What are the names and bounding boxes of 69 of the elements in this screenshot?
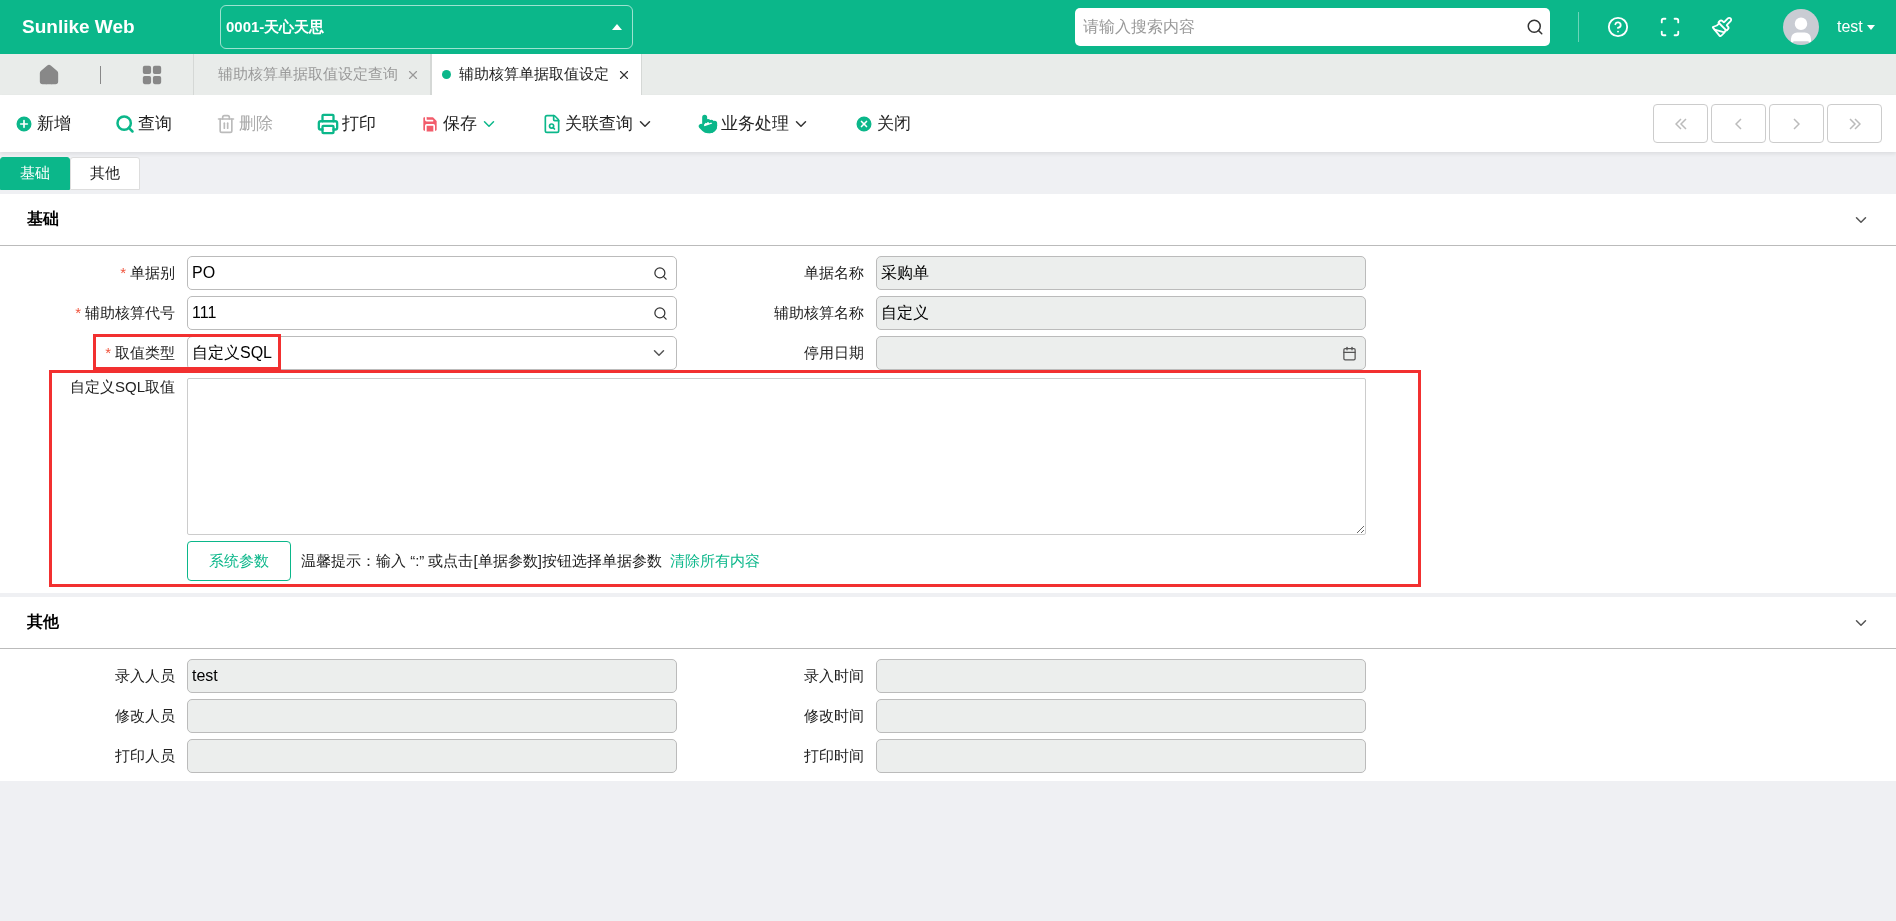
required-mark: * (120, 263, 126, 281)
field-label: 单据名称 (804, 263, 864, 281)
field-label: 辅助核算代号 (85, 303, 175, 321)
avatar[interactable] (1783, 9, 1819, 45)
field-label: 单据别 (130, 263, 175, 281)
close-icon (854, 113, 874, 134)
input-field[interactable] (876, 659, 1366, 693)
chevron-left-icon (1735, 117, 1742, 130)
field-label: 录入时间 (804, 666, 864, 684)
form-tab[interactable]: 其他 (70, 157, 140, 190)
field-label: 修改时间 (804, 706, 864, 724)
toolbar-button[interactable]: 关联查询 (542, 112, 654, 135)
toolbar-button[interactable]: 关闭 (854, 112, 911, 135)
field-label: 自定义SQL取值 (70, 378, 175, 395)
search-box[interactable]: 请输入搜索内容 (1075, 8, 1550, 46)
field-label: 辅助核算名称 (774, 303, 864, 321)
page-tab[interactable]: 辅助核算单据取值设定 (431, 54, 642, 95)
help-icon[interactable] (1607, 16, 1629, 38)
section-title: 其他 (27, 612, 59, 632)
trash-icon (216, 113, 236, 134)
field-label: 取值类型 (115, 343, 175, 361)
chevron-right-icon (1793, 117, 1800, 130)
previous-button[interactable] (1711, 104, 1766, 143)
input-field[interactable] (187, 739, 677, 773)
field-label: 停用日期 (804, 343, 864, 361)
field-label: 录入人员 (115, 666, 175, 684)
search-icon (115, 113, 135, 134)
input-field[interactable]: 自定义 (876, 296, 1366, 330)
hand-pointer-icon (698, 113, 718, 134)
input-field[interactable]: test (187, 659, 677, 693)
toolbar-button[interactable]: 新增 (14, 112, 71, 135)
input-field[interactable] (876, 336, 1366, 370)
save-icon (420, 113, 440, 134)
field-label: 打印时间 (804, 746, 864, 764)
search-icon[interactable] (653, 265, 668, 281)
window-search-icon (542, 113, 562, 134)
double-chevron-right-icon (1848, 117, 1861, 130)
broom-icon[interactable] (1711, 16, 1733, 38)
field-label: 打印人员 (115, 746, 175, 764)
search-icon[interactable] (653, 305, 668, 321)
first-page-button[interactable] (1653, 104, 1708, 143)
required-mark: * (105, 343, 111, 361)
select-field[interactable]: 自定义SQL (187, 336, 677, 370)
next-button[interactable] (1769, 104, 1824, 143)
input-field[interactable]: 111 (187, 296, 677, 330)
required-mark: * (75, 303, 81, 321)
toolbar-button[interactable]: 业务处理 (698, 112, 810, 135)
toolbar-button[interactable]: 打印 (317, 112, 376, 135)
search-icon[interactable] (1526, 18, 1544, 36)
toolbar-button[interactable]: 保存 (420, 112, 498, 135)
grid-icon[interactable] (141, 63, 163, 86)
input-field[interactable]: PO (187, 256, 677, 290)
input-field[interactable] (876, 699, 1366, 733)
home-icon[interactable] (38, 63, 60, 86)
plus-icon (14, 113, 34, 134)
printer-icon (317, 112, 339, 135)
double-chevron-left-icon (1674, 117, 1687, 130)
toolbar-button[interactable]: 查询 (115, 112, 172, 135)
calendar-icon[interactable] (1342, 345, 1357, 361)
active-dot (442, 70, 451, 79)
input-field[interactable] (876, 739, 1366, 773)
input-field[interactable] (187, 699, 677, 733)
input-field[interactable]: 采购单 (876, 256, 1366, 290)
hint-text: 温馨提示：输入 “:” 或点击[单据参数]按钮选择单据参数 (301, 551, 662, 571)
fullscreen-icon[interactable] (1659, 16, 1681, 38)
app-logo: Sunlike Web (22, 16, 136, 38)
field-label: 修改人员 (115, 706, 175, 724)
section-title: 基础 (27, 209, 59, 229)
last-page-button[interactable] (1827, 104, 1882, 143)
